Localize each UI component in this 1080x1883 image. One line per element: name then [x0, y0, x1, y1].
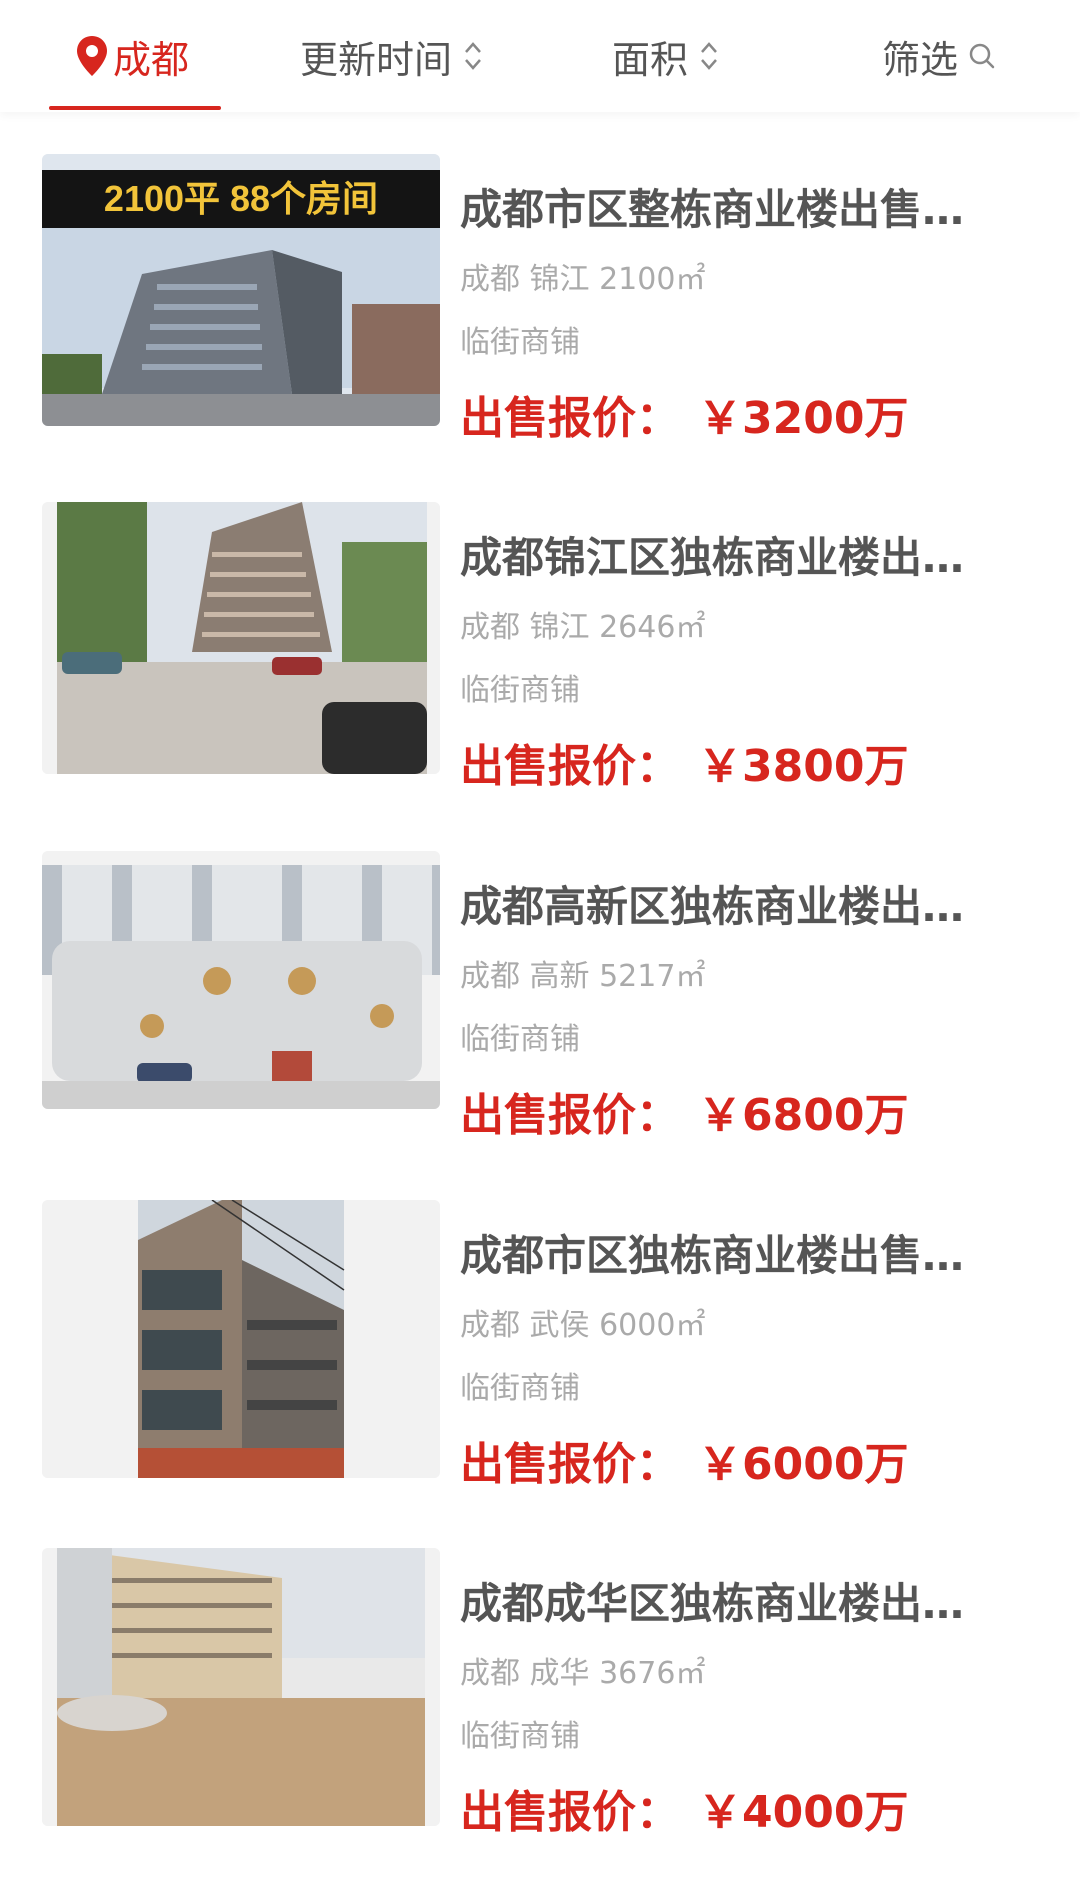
listing-size: 2646㎡ — [599, 610, 706, 645]
listing-title[interactable]: 成都锦江区独栋商业楼出… — [460, 524, 1000, 585]
listing-tag: 临街商铺 — [460, 1719, 580, 1754]
active-tab-underline — [49, 106, 221, 110]
sort-updown-icon — [465, 42, 481, 70]
price-value: ￥3200万 — [698, 393, 909, 444]
screen-filter[interactable]: 筛选 — [882, 24, 996, 88]
listing-image — [42, 1200, 440, 1478]
listing-card[interactable]: 成都锦江区独栋商业楼出… 成都 锦江 2646㎡ 临街商铺 出售报价： ￥3800… — [0, 460, 1080, 792]
listing-city: 成都 — [460, 610, 520, 645]
listing-size: 3676㎡ — [599, 1656, 706, 1691]
update-time-sort[interactable]: 更新时间 — [300, 24, 484, 88]
listing-district: 锦江 — [529, 262, 590, 297]
listing-city: 成都 — [460, 1308, 520, 1343]
listing-price: 出售报价： ￥6000万 — [460, 1428, 908, 1492]
listing-district: 成华 — [529, 1656, 590, 1691]
listing-card[interactable]: 成都成华区独栋商业楼出… 成都 成华 3676㎡ 临街商铺 出售报价： ￥4000… — [0, 1506, 1080, 1838]
listing-meta: 成都 锦江 2646㎡ — [460, 602, 705, 646]
listing-meta: 成都 武侯 6000㎡ — [460, 1300, 705, 1344]
screen-label: 筛选 — [882, 37, 959, 82]
listing-page: 成都 更新时间 面积 筛选 2100平 88个房间 成都市区整栋商业楼出售… 成… — [0, 0, 1080, 1883]
listing-tag: 临街商铺 — [460, 1371, 580, 1406]
listing-tag: 临街商铺 — [460, 673, 580, 708]
listing-tag: 临街商铺 — [460, 1022, 580, 1057]
listing-title[interactable]: 成都市区独栋商业楼出售… — [460, 1222, 1000, 1283]
listing-tag: 临街商铺 — [460, 325, 580, 360]
listing-district: 武侯 — [529, 1308, 590, 1343]
location-pin-icon — [77, 36, 107, 76]
area-sort[interactable]: 面积 — [612, 24, 720, 88]
search-icon — [969, 43, 995, 69]
price-label: 出售报价： — [460, 393, 680, 444]
price-value: ￥6000万 — [698, 1439, 909, 1490]
listing-image: 2100平 88个房间 — [42, 154, 440, 426]
area-label: 面积 — [612, 37, 689, 82]
listing-title[interactable]: 成都成华区独栋商业楼出… — [460, 1570, 1000, 1631]
listing-image — [42, 502, 440, 774]
listing-title[interactable]: 成都高新区独栋商业楼出… — [460, 873, 1000, 934]
listing-price: 出售报价： ￥4000万 — [460, 1776, 908, 1840]
price-label: 出售报价： — [460, 1439, 680, 1490]
price-value: ￥4000万 — [698, 1787, 909, 1838]
listing-title[interactable]: 成都市区整栋商业楼出售… — [460, 176, 1000, 237]
listing-price: 出售报价： ￥6800万 — [460, 1079, 908, 1143]
listing-meta: 成都 成华 3676㎡ — [460, 1648, 705, 1692]
listing-price: 出售报价： ￥3800万 — [460, 730, 908, 794]
listing-price: 出售报价： ￥3200万 — [460, 382, 908, 446]
price-label: 出售报价： — [460, 1787, 680, 1838]
price-value: ￥6800万 — [698, 1090, 909, 1141]
listing-size: 6000㎡ — [599, 1308, 706, 1343]
listing-image — [42, 1548, 440, 1826]
price-label: 出售报价： — [460, 741, 680, 792]
listing-card[interactable]: 成都市区独栋商业楼出售… 成都 武侯 6000㎡ 临街商铺 出售报价： ￥6000… — [0, 1158, 1080, 1490]
listing-size: 2100㎡ — [599, 262, 706, 297]
listing-city: 成都 — [460, 262, 520, 297]
image-banner-text: 2100平 88个房间 — [104, 178, 378, 219]
price-value: ￥3800万 — [698, 741, 909, 792]
listing-district: 高新 — [529, 959, 590, 994]
filter-bar: 成都 更新时间 面积 筛选 — [0, 0, 1080, 112]
listing-image — [42, 851, 440, 1109]
city-filter-label: 成都 — [113, 37, 190, 82]
city-filter[interactable]: 成都 — [75, 24, 189, 88]
update-time-label: 更新时间 — [300, 37, 453, 82]
listing-meta: 成都 锦江 2100㎡ — [460, 254, 705, 298]
listing-city: 成都 — [460, 959, 520, 994]
listing-card[interactable]: 成都高新区独栋商业楼出… 成都 高新 5217㎡ 临街商铺 出售报价： ￥6800… — [0, 809, 1080, 1141]
sort-updown-icon — [701, 42, 717, 70]
listing-size: 5217㎡ — [599, 959, 706, 994]
price-label: 出售报价： — [460, 1090, 680, 1141]
listing-card[interactable]: 2100平 88个房间 成都市区整栋商业楼出售… 成都 锦江 2100㎡ 临街商… — [0, 112, 1080, 444]
listing-city: 成都 — [460, 1656, 520, 1691]
listing-district: 锦江 — [529, 610, 590, 645]
listing-meta: 成都 高新 5217㎡ — [460, 951, 705, 995]
